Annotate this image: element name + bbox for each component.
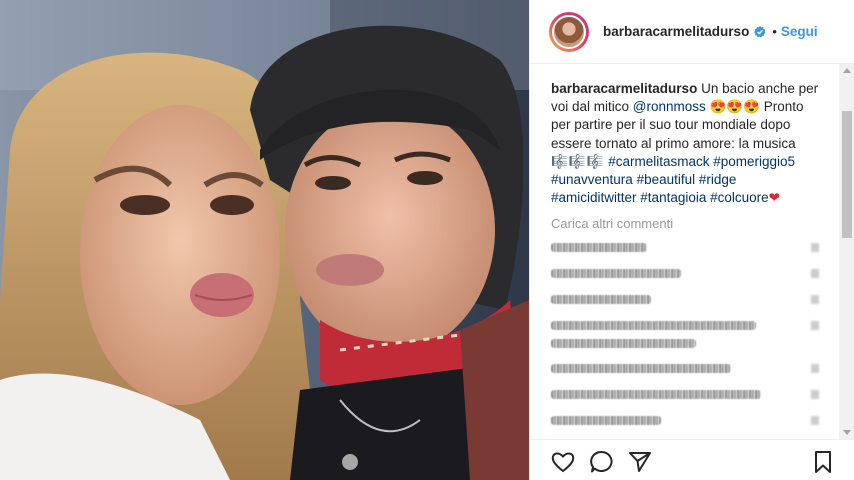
mention-link[interactable]: @ronnmoss	[633, 99, 706, 114]
heart-emoji: ❤	[768, 190, 780, 206]
post-actions-bar	[530, 439, 854, 480]
hashtag-link[interactable]: #carmelitasmack	[608, 154, 709, 169]
list-item	[551, 263, 819, 286]
follow-button[interactable]: Segui	[781, 24, 818, 39]
list-item	[551, 237, 819, 260]
selfie-image	[0, 0, 529, 480]
heart-outline-icon[interactable]	[550, 449, 576, 475]
comments-section[interactable]: barbaracarmelitadurso Un bacio anche per…	[530, 64, 839, 439]
comments-scrollbar[interactable]	[839, 64, 854, 439]
separator-dot: •	[772, 24, 777, 39]
hashtag-link[interactable]: #unavventura	[551, 172, 633, 187]
hashtag-link[interactable]: #pomeriggio5	[713, 154, 795, 169]
hashtag-link[interactable]: #colcuore	[710, 190, 769, 205]
post-side-panel: barbaracarmelitadurso • Segui barbaracar…	[529, 0, 854, 480]
music-emojis: 🎼🎼🎼	[551, 153, 605, 169]
hashtag-link[interactable]: #ridge	[699, 172, 737, 187]
load-more-comments-button[interactable]: Carica altri commenti	[551, 216, 839, 231]
speech-bubble-icon[interactable]	[589, 449, 615, 475]
list-item	[551, 289, 819, 312]
caption-username[interactable]: barbaracarmelitadurso	[551, 81, 697, 96]
hashtag-link[interactable]: #tantagioia	[640, 190, 706, 205]
heart-eyes-emojis: 😍😍😍	[709, 99, 760, 115]
post-caption: barbaracarmelitadurso Un bacio anche per…	[551, 80, 823, 207]
avatar-image	[552, 14, 586, 49]
hashtag-link[interactable]: #beautiful	[637, 172, 696, 187]
list-item	[551, 358, 819, 381]
list-item	[551, 410, 819, 433]
scrollbar-thumb[interactable]	[842, 111, 852, 238]
list-item	[551, 384, 819, 407]
bookmark-icon[interactable]	[810, 449, 836, 475]
hashtag-link[interactable]: #amiciditwitter	[551, 190, 637, 205]
verified-badge-icon	[754, 25, 766, 37]
blurred-comments-list	[551, 237, 839, 433]
list-item	[551, 315, 819, 355]
avatar[interactable]	[549, 11, 589, 52]
paper-plane-icon[interactable]	[627, 449, 653, 475]
post-photo[interactable]	[0, 0, 529, 480]
post-header: barbaracarmelitadurso • Segui	[530, 0, 854, 64]
header-username[interactable]: barbaracarmelitadurso	[603, 24, 749, 39]
scroll-down-arrow-icon[interactable]	[843, 430, 851, 435]
scroll-up-arrow-icon[interactable]	[843, 68, 851, 73]
